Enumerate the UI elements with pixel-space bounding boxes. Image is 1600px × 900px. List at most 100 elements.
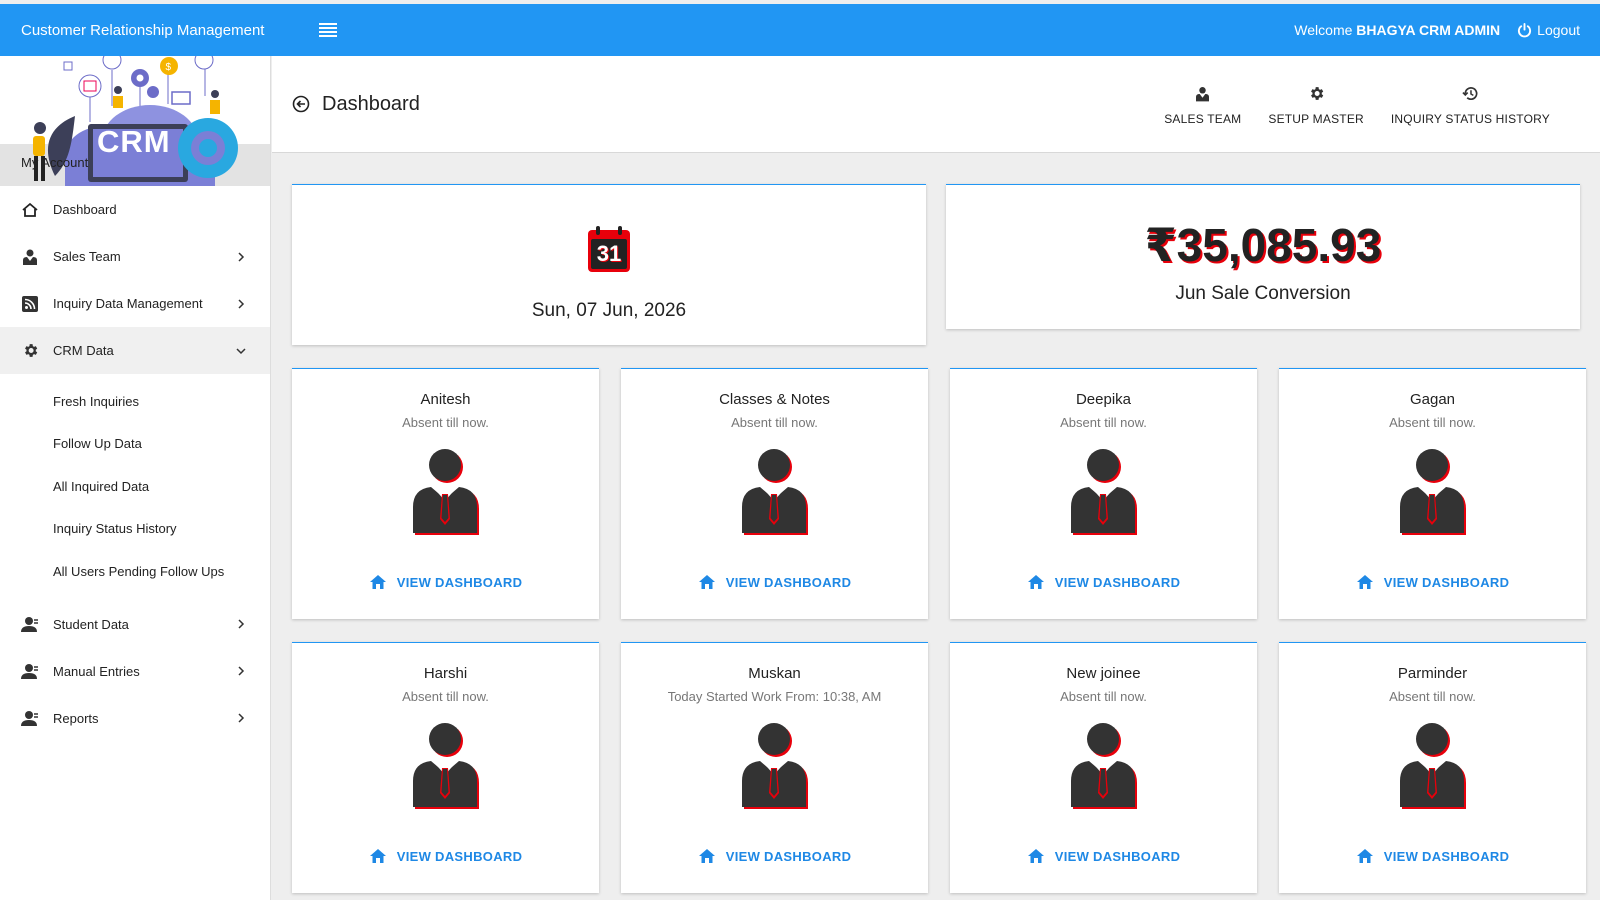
quick-links: SALES TEAM SETUP MASTER INQUIRY STATUS H… <box>1137 82 1550 126</box>
home-icon <box>1356 575 1373 589</box>
quick-link-label: SALES TEAM <box>1164 112 1242 126</box>
sidebar-item-label: Student Data <box>53 616 129 632</box>
sidebar: $ CRM My Account Dashboard Sales Team In… <box>0 56 271 900</box>
employee-status: Absent till now. <box>1389 415 1476 430</box>
view-dashboard-label: VIEW DASHBOARD <box>1054 574 1181 590</box>
submenu-item-inquiry-status-history[interactable]: Inquiry Status History <box>0 508 270 551</box>
chevron-down-icon <box>234 344 248 358</box>
employee-card: Deepika Absent till now. VIEW DASHBOARD <box>950 368 1257 619</box>
employee-status: Absent till now. <box>402 415 489 430</box>
quick-link-sales-team[interactable]: SALES TEAM <box>1164 82 1241 126</box>
quick-link-label: INQUIRY STATUS HISTORY <box>1390 112 1550 126</box>
page-header: Dashboard SALES TEAM SETUP MASTER INQUIR… <box>272 56 1600 153</box>
employee-name: Muskan <box>748 665 801 682</box>
home-icon <box>369 849 386 863</box>
view-dashboard-label: VIEW DASHBOARD <box>1054 848 1181 864</box>
user-name: BHAGYA CRM ADMIN <box>1356 22 1501 38</box>
person-tie-icon <box>1196 82 1210 102</box>
quick-link-setup-master[interactable]: SETUP MASTER <box>1268 82 1364 126</box>
employee-name: Anitesh <box>420 391 471 408</box>
employee-name: Deepika <box>1075 391 1132 408</box>
view-dashboard-button[interactable]: VIEW DASHBOARD <box>950 574 1257 590</box>
sidebar-item-label: Manual Entries <box>53 663 140 679</box>
sidebar-item-dashboard[interactable]: Dashboard <box>0 186 270 233</box>
crm-banner: $ CRM My Account <box>0 56 270 186</box>
view-dashboard-button[interactable]: VIEW DASHBOARD <box>1279 848 1586 864</box>
employee-card: Muskan Today Started Work From: 10:38, A… <box>621 642 928 893</box>
view-dashboard-label: VIEW DASHBOARD <box>396 848 523 864</box>
view-dashboard-button[interactable]: VIEW DASHBOARD <box>621 574 928 590</box>
employee-avatar-icon <box>413 723 479 809</box>
sidebar-item-label: Sales Team <box>53 249 121 264</box>
quick-link-label: SETUP MASTER <box>1268 112 1364 126</box>
home-icon <box>1027 575 1044 589</box>
submenu-item-follow-up-data[interactable]: Follow Up Data <box>0 423 270 466</box>
crm-data-submenu: Fresh Inquiries Follow Up Data All Inqui… <box>0 374 270 601</box>
employee-name: Gagan <box>1409 391 1456 408</box>
submenu-item-all-inquired-data[interactable]: All Inquired Data <box>0 465 270 508</box>
sidebar-item-sales-team[interactable]: Sales Team <box>0 233 270 280</box>
employee-avatar-icon <box>1071 449 1137 535</box>
employee-name: New joinee <box>1066 665 1141 682</box>
rss-icon <box>20 294 40 314</box>
view-dashboard-button[interactable]: VIEW DASHBOARD <box>621 848 928 864</box>
view-dashboard-button[interactable]: VIEW DASHBOARD <box>1279 574 1586 590</box>
view-dashboard-button[interactable]: VIEW DASHBOARD <box>292 848 599 864</box>
logout-label: Logout <box>1537 22 1580 38</box>
home-icon <box>698 849 715 863</box>
view-dashboard-label: VIEW DASHBOARD <box>1383 848 1510 864</box>
employee-card: Classes & Notes Absent till now. VIEW DA… <box>621 368 928 619</box>
user-icon <box>20 708 40 728</box>
sidebar-item-label: CRM Data <box>53 343 114 358</box>
power-icon <box>1518 22 1532 37</box>
view-dashboard-button[interactable]: VIEW DASHBOARD <box>292 574 599 590</box>
submenu-item-all-users-pending-follow-ups[interactable]: All Users Pending Follow Ups <box>0 550 270 593</box>
employee-status: Absent till now. <box>731 415 818 430</box>
employee-status: Absent till now. <box>1389 689 1476 704</box>
hamburger-menu-icon[interactable] <box>316 18 340 42</box>
employee-avatar-icon <box>742 449 808 535</box>
crm-logo-text: CRM <box>97 124 171 159</box>
employee-avatar-icon <box>1400 449 1466 535</box>
sale-conversion-card: ₹35,085.93 Jun Sale Conversion <box>946 184 1580 329</box>
logout-button[interactable]: Logout <box>1517 22 1580 38</box>
employee-name: Harshi <box>423 665 468 682</box>
view-dashboard-label: VIEW DASHBOARD <box>396 574 523 590</box>
view-dashboard-label: VIEW DASHBOARD <box>725 574 852 590</box>
chevron-right-icon <box>234 664 248 678</box>
chevron-right-icon <box>234 617 248 631</box>
page-title: Dashboard <box>322 92 420 115</box>
employee-name: Parminder <box>1397 665 1468 682</box>
gear-icon <box>20 341 40 361</box>
sidebar-item-label: Dashboard <box>53 202 117 217</box>
sidebar-item-reports[interactable]: Reports <box>0 695 270 742</box>
view-dashboard-label: VIEW DASHBOARD <box>725 848 852 864</box>
submenu-item-fresh-inquiries[interactable]: Fresh Inquiries <box>0 380 270 423</box>
chevron-right-icon <box>234 297 248 311</box>
welcome-text: Welcome BHAGYA CRM ADMIN <box>1294 22 1500 38</box>
view-dashboard-button[interactable]: VIEW DASHBOARD <box>950 848 1257 864</box>
sidebar-item-label: Reports <box>53 710 99 726</box>
employee-avatar-icon <box>1071 723 1137 809</box>
sidebar-item-label: Inquiry Data Management <box>53 296 203 311</box>
chevron-right-icon <box>234 711 248 725</box>
quick-link-inquiry-status-history[interactable]: INQUIRY STATUS HISTORY <box>1391 82 1550 126</box>
sale-amount: ₹35,085.93 <box>1144 219 1382 271</box>
my-account-label[interactable]: My Account <box>21 155 88 170</box>
employee-status: Absent till now. <box>1060 689 1147 704</box>
employee-card: Gagan Absent till now. VIEW DASHBOARD <box>1279 368 1586 619</box>
view-dashboard-label: VIEW DASHBOARD <box>1383 574 1510 590</box>
sidebar-item-inquiry-data-management[interactable]: Inquiry Data Management <box>0 280 270 327</box>
app-title: Customer Relationship Management <box>21 21 265 39</box>
employee-status: Absent till now. <box>1060 415 1147 430</box>
user-icon <box>20 614 40 634</box>
sidebar-item-manual-entries[interactable]: Manual Entries <box>0 648 270 695</box>
sidebar-item-student-data[interactable]: Student Data <box>0 601 270 648</box>
calendar-day: 31 <box>596 241 622 266</box>
person-tie-icon <box>20 247 40 267</box>
sidebar-item-crm-data[interactable]: CRM Data <box>0 327 270 374</box>
svg-text:$: $ <box>166 62 172 73</box>
back-arrow-icon[interactable] <box>291 94 311 114</box>
calendar-icon: 31 <box>587 225 631 278</box>
home-icon <box>20 200 40 220</box>
